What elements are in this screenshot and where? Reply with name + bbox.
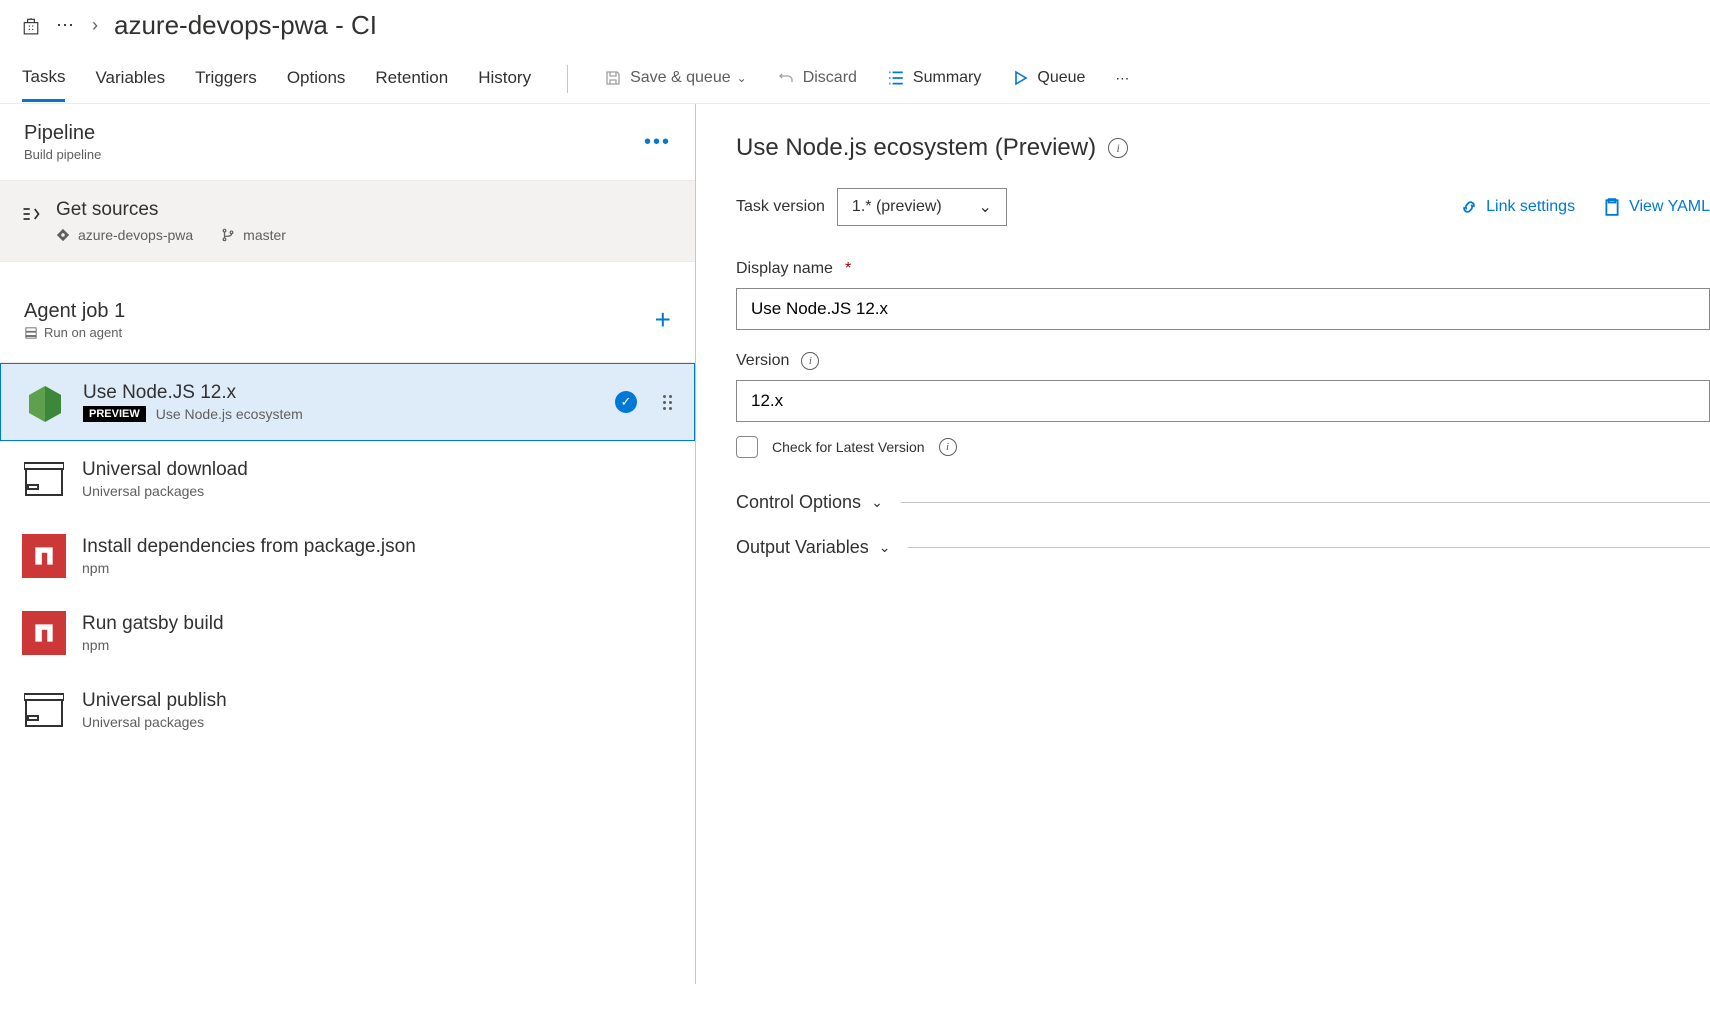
right-panel: Use Node.js ecosystem (Preview) i Task v… [696,104,1710,984]
task-list: Use Node.JS 12.x PREVIEW Use Node.js eco… [0,363,695,749]
pipeline-header[interactable]: Pipeline Build pipeline ••• [0,104,695,181]
task-sub: Universal packages [82,483,673,499]
agent-job-subtitle: Run on agent [44,325,122,340]
npm-icon [22,534,66,578]
play-icon [1011,69,1029,87]
tab-bar: Tasks Variables Triggers Options Retenti… [0,51,1710,104]
toolbar-more-icon[interactable]: ⋯ [1115,70,1129,99]
link-settings-button[interactable]: Link settings [1460,198,1575,216]
building-icon [22,17,40,35]
version-input[interactable] [736,380,1710,422]
task-row[interactable]: Universal download Universal packages [0,441,695,518]
info-icon[interactable]: i [801,352,819,370]
breadcrumb-more-icon[interactable]: ⋯ [56,15,76,36]
drag-handle-icon[interactable] [663,395,672,410]
repo-icon [56,228,70,242]
breadcrumb-title[interactable]: azure-devops-pwa - CI [114,10,377,41]
task-sub: npm [82,560,673,576]
task-name: Run gatsby build [82,613,673,635]
output-variables-expando[interactable]: Output Variables ⌄ [736,525,1710,570]
separator [567,65,568,93]
get-sources-title: Get sources [56,199,286,221]
add-task-button[interactable]: + [655,304,671,336]
list-icon [887,69,905,87]
task-version-select[interactable]: 1.* (preview) ⌄ [837,188,1007,226]
version-label: Version [736,352,789,370]
pipeline-subtitle: Build pipeline [24,147,101,162]
task-sub: Universal packages [82,714,673,730]
view-yaml-button[interactable]: View YAML [1603,198,1710,216]
pipeline-title: Pipeline [24,122,101,145]
display-name-input[interactable] [736,288,1710,330]
branch-name: master [243,227,286,243]
agent-job[interactable]: Agent job 1 Run on agent + [0,278,695,363]
chevron-down-icon: ⌄ [979,197,992,217]
check-latest-label: Check for Latest Version [772,439,925,455]
save-icon [604,69,622,87]
agent-job-title: Agent job 1 [24,300,125,323]
task-name: Install dependencies from package.json [82,536,673,558]
task-name: Use Node.JS 12.x [83,382,599,404]
chevron-down-icon: ⌄ [871,494,883,511]
task-row[interactable]: Install dependencies from package.json n… [0,518,695,595]
tab-retention[interactable]: Retention [375,68,448,100]
info-icon[interactable]: i [1108,138,1128,158]
discard-button[interactable]: Discard [777,69,857,99]
preview-badge: PREVIEW [83,406,146,422]
tab-tasks[interactable]: Tasks [22,67,65,102]
info-icon[interactable]: i [939,438,957,456]
task-version-label: Task version [736,198,825,216]
display-name-label: Display name [736,260,833,278]
tab-history[interactable]: History [478,68,531,100]
breadcrumb: ⋯ › azure-devops-pwa - CI [0,0,1710,51]
left-panel: Pipeline Build pipeline ••• Get sources [0,104,696,984]
repo-name: azure-devops-pwa [78,227,193,243]
undo-icon [777,69,795,87]
chevron-down-icon: ⌄ [737,71,747,85]
chevron-down-icon: ⌄ [879,539,891,556]
control-options-expando[interactable]: Control Options ⌄ [736,480,1710,525]
node-icon [23,380,67,424]
task-name: Universal download [82,459,673,481]
summary-button[interactable]: Summary [887,69,981,99]
task-row[interactable]: Run gatsby build npm [0,595,695,672]
tab-options[interactable]: Options [287,68,346,100]
npm-icon [22,611,66,655]
package-icon [22,457,66,501]
detail-title: Use Node.js ecosystem (Preview) [736,134,1096,162]
tab-triggers[interactable]: Triggers [195,68,257,100]
chevron-right-icon: › [92,15,98,36]
pipeline-more-icon[interactable]: ••• [644,131,671,154]
required-indicator: * [845,260,851,278]
task-row[interactable]: Use Node.JS 12.x PREVIEW Use Node.js eco… [0,363,695,441]
task-sub: Use Node.js ecosystem [156,406,303,422]
source-icon [20,203,42,225]
check-icon: ✓ [615,391,637,413]
task-name: Universal publish [82,690,673,712]
get-sources[interactable]: Get sources azure-devops-pwa [0,181,695,262]
branch-icon [221,228,235,242]
check-latest-checkbox[interactable] [736,436,758,458]
task-row[interactable]: Universal publish Universal packages [0,672,695,749]
tab-variables[interactable]: Variables [95,68,165,100]
package-icon [22,688,66,732]
save-queue-button[interactable]: Save & queue ⌄ [604,69,747,99]
clipboard-icon [1603,198,1621,216]
queue-button[interactable]: Queue [1011,69,1085,99]
task-sub: npm [82,637,673,653]
server-icon [24,326,38,340]
link-icon [1460,198,1478,216]
